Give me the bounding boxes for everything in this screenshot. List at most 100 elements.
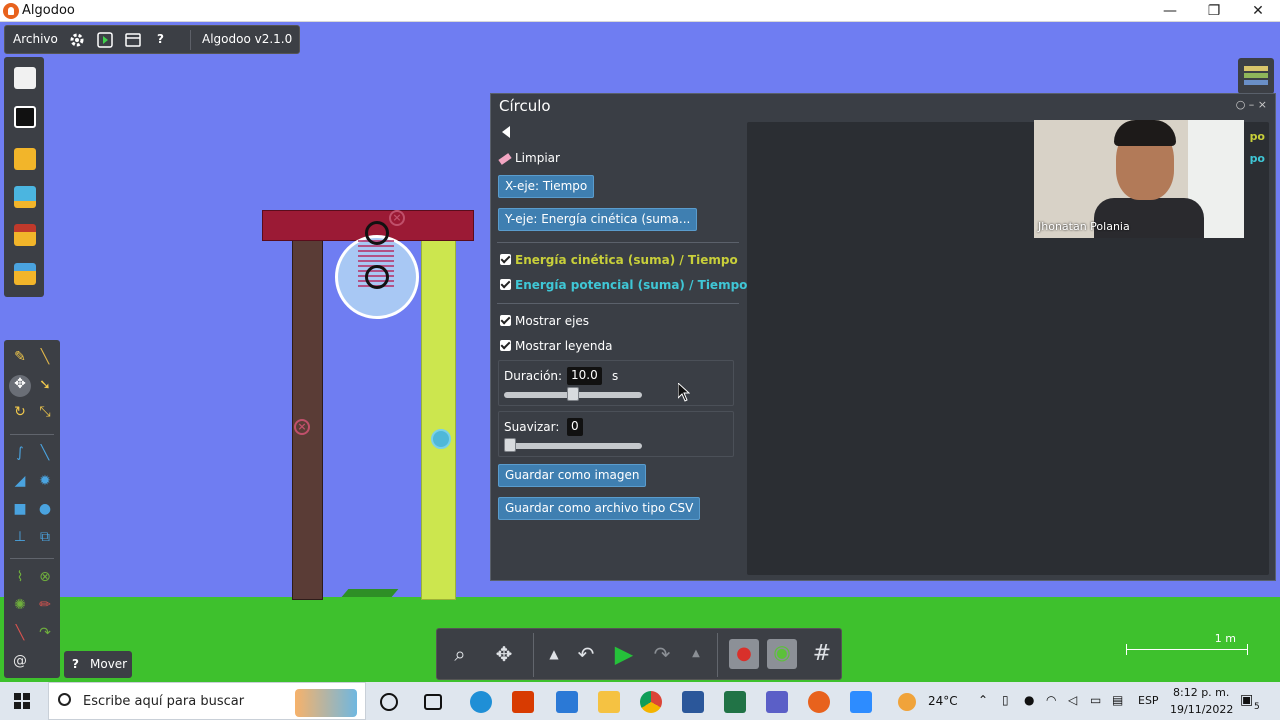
motor-tool-icon[interactable]: ↷ bbox=[36, 624, 54, 642]
close-window-button[interactable]: ✕ bbox=[1236, 0, 1280, 22]
redo-history-icon[interactable]: ▲ bbox=[683, 641, 709, 667]
thruster-tool-icon[interactable]: ✺ bbox=[11, 596, 29, 614]
algodoo-taskbar-icon[interactable] bbox=[808, 691, 830, 713]
browse-scenes-icon[interactable] bbox=[14, 263, 36, 285]
help-menu[interactable]: ? bbox=[157, 32, 164, 46]
chain-tool-icon[interactable]: ⧉ bbox=[36, 528, 54, 546]
gravity-toggle-icon[interactable]: ● bbox=[729, 639, 759, 669]
rotate-tool-icon[interactable]: ↻ bbox=[11, 403, 29, 421]
rope-tool-icon[interactable]: ∫ bbox=[11, 444, 29, 462]
play-icon[interactable]: ▶ bbox=[611, 641, 637, 667]
clock-time[interactable]: 8:12 p. m. bbox=[1173, 686, 1229, 699]
undo-icon[interactable]: ↶ bbox=[573, 641, 599, 667]
plane-tool-icon[interactable]: ╲ bbox=[36, 444, 54, 462]
new-scene-icon[interactable] bbox=[14, 67, 36, 89]
clear-plot-button[interactable]: Limpiar bbox=[498, 151, 560, 165]
open-folder-icon[interactable] bbox=[14, 148, 36, 170]
smooth-value-input[interactable]: 0 bbox=[567, 418, 583, 436]
tray-overflow-icon[interactable]: ⌃ bbox=[978, 693, 988, 707]
cortana-icon[interactable] bbox=[380, 693, 398, 711]
taskbar-search-box[interactable]: Escribe aquí para buscar bbox=[48, 682, 366, 720]
version-label: Algodoo v2.1.0 bbox=[202, 32, 293, 46]
zoom-icon[interactable]: ⌕ bbox=[447, 641, 473, 667]
plot-window-controls[interactable]: ○ – × bbox=[1236, 98, 1267, 111]
checkbox[interactable] bbox=[500, 279, 511, 290]
weather-icon[interactable] bbox=[898, 693, 916, 711]
input-language[interactable]: ESP bbox=[1138, 694, 1159, 707]
windows-start-icon[interactable] bbox=[14, 693, 30, 709]
box-tool-icon[interactable]: ■ bbox=[11, 500, 29, 518]
chrome-icon[interactable] bbox=[640, 691, 662, 713]
y-axis-button[interactable]: Y-eje: Energía cinética (suma... bbox=[498, 208, 698, 231]
series-potential-toggle[interactable]: Energía potencial (suma) / Tiempo bbox=[500, 278, 747, 292]
scale-tool-icon[interactable]: ⤡ bbox=[36, 403, 54, 421]
fixate-pin-icon[interactable]: × bbox=[389, 210, 405, 226]
fixate-tool-icon[interactable]: ⊥ bbox=[11, 528, 29, 546]
lessons-icon[interactable] bbox=[14, 224, 36, 246]
duration-value-input[interactable]: 10.0 bbox=[567, 367, 602, 385]
network-icon[interactable]: ◠ bbox=[1046, 693, 1056, 707]
smooth-slider-thumb[interactable] bbox=[504, 438, 516, 452]
fixate-pin-icon[interactable]: × bbox=[294, 419, 310, 435]
save-scene-icon[interactable] bbox=[14, 106, 36, 128]
archivo-menu[interactable]: Archivo bbox=[13, 32, 58, 46]
weather-temperature[interactable]: 24°C bbox=[928, 694, 958, 708]
lower-hinge[interactable] bbox=[365, 265, 389, 289]
air-friction-icon[interactable]: ◉ bbox=[767, 639, 797, 669]
right-post-box[interactable] bbox=[421, 240, 456, 600]
sketch-tool-icon[interactable]: ✎ bbox=[11, 348, 29, 366]
move-tool-icon[interactable]: ✥ bbox=[9, 375, 31, 397]
polygon-tool-icon[interactable]: ◢ bbox=[11, 472, 29, 490]
duration-slider-thumb[interactable] bbox=[567, 387, 579, 401]
checkbox[interactable] bbox=[500, 340, 511, 351]
file-explorer-icon[interactable] bbox=[598, 691, 620, 713]
smooth-slider-track[interactable] bbox=[504, 443, 642, 449]
edge-icon[interactable] bbox=[470, 691, 492, 713]
show-axes-toggle[interactable]: Mostrar ejes bbox=[500, 314, 589, 328]
save-csv-button[interactable]: Guardar como archivo tipo CSV bbox=[498, 497, 701, 520]
keyboard-icon[interactable]: ▭ bbox=[1090, 693, 1101, 707]
excel-icon[interactable] bbox=[724, 691, 746, 713]
show-legend-toggle[interactable]: Mostrar leyenda bbox=[500, 339, 612, 353]
checkbox[interactable] bbox=[500, 254, 511, 265]
office-icon[interactable] bbox=[512, 691, 534, 713]
back-arrow-icon[interactable] bbox=[502, 126, 510, 138]
action-center-icon[interactable]: ▣ bbox=[1240, 692, 1253, 708]
restore-button[interactable]: ❐ bbox=[1192, 0, 1236, 22]
microphone-icon[interactable]: ● bbox=[1024, 693, 1034, 707]
checkbox[interactable] bbox=[500, 315, 511, 326]
upper-hinge[interactable] bbox=[365, 221, 389, 245]
meet-now-icon[interactable]: ▯ bbox=[1002, 693, 1009, 707]
settings-gear-icon[interactable] bbox=[69, 32, 85, 48]
window-view-icon[interactable] bbox=[125, 32, 141, 48]
algobox-icon[interactable] bbox=[14, 186, 36, 208]
spiral-tool-icon[interactable]: @ bbox=[11, 652, 29, 670]
redo-icon[interactable]: ↷ bbox=[649, 641, 675, 667]
spring-tool-icon[interactable]: ⌇ bbox=[11, 568, 29, 586]
teams-icon[interactable] bbox=[766, 691, 788, 713]
laser-tool-icon[interactable]: ╲ bbox=[11, 624, 29, 642]
minimize-button[interactable]: — bbox=[1148, 0, 1192, 22]
grid-toggle-icon[interactable]: # bbox=[809, 641, 835, 667]
word-icon[interactable] bbox=[682, 691, 704, 713]
gear-tool-icon[interactable]: ✹ bbox=[36, 472, 54, 490]
background-settings-icon[interactable] bbox=[1238, 58, 1274, 94]
cut-tool-icon[interactable]: ╲ bbox=[36, 348, 54, 366]
hinge-tool-icon[interactable]: ⊗ bbox=[36, 568, 54, 586]
x-axis-button[interactable]: X-eje: Tiempo bbox=[498, 175, 595, 198]
circle-tool-icon[interactable]: ● bbox=[36, 500, 54, 518]
drag-tool-icon[interactable]: ➘ bbox=[36, 376, 54, 394]
mail-icon[interactable] bbox=[556, 691, 578, 713]
tracer-tool-icon[interactable]: ✏ bbox=[36, 596, 54, 614]
tracer-dot[interactable] bbox=[431, 429, 451, 449]
zoom-app-icon[interactable] bbox=[850, 691, 872, 713]
undo-history-icon[interactable]: ▲ bbox=[541, 641, 567, 667]
scene-play-icon[interactable] bbox=[97, 32, 113, 48]
series-kinetic-toggle[interactable]: Energía cinética (suma) / Tiempo bbox=[500, 253, 738, 267]
volume-icon[interactable]: ◁ bbox=[1068, 693, 1077, 707]
task-view-icon[interactable] bbox=[424, 694, 442, 710]
save-image-button[interactable]: Guardar como imagen bbox=[498, 464, 647, 487]
clock-date[interactable]: 19/11/2022 bbox=[1170, 703, 1233, 716]
pan-icon[interactable]: ✥ bbox=[491, 641, 517, 667]
notification-tray-icon[interactable]: ▤ bbox=[1112, 693, 1123, 707]
